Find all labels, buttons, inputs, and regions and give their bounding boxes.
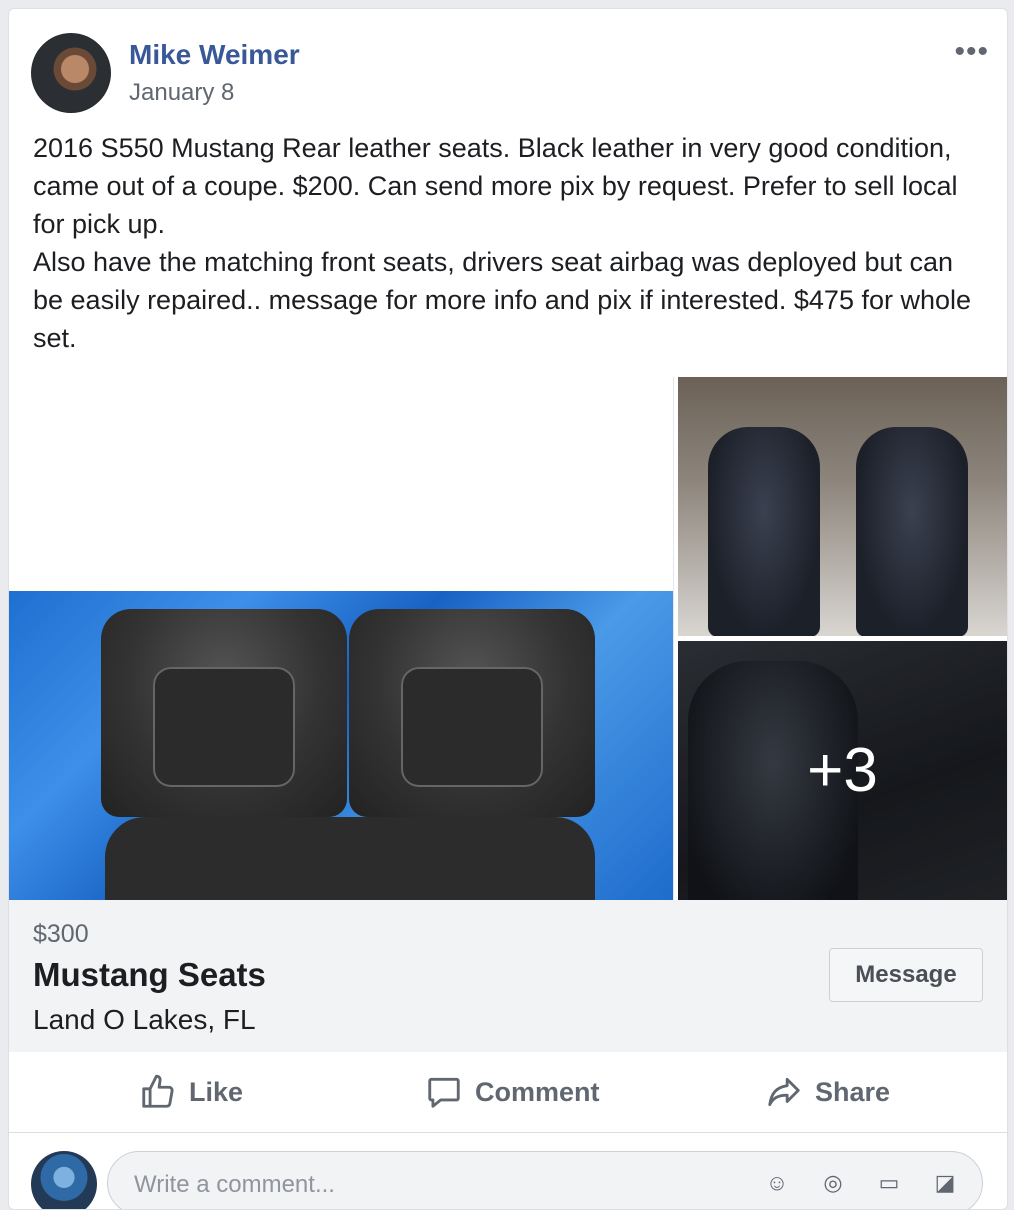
comment-composer: ☺ ◎ ▭ ◪ [9, 1133, 1007, 1209]
sticker-icon[interactable]: ◪ [928, 1166, 962, 1200]
photo-rear-seats[interactable] [9, 377, 674, 900]
more-photos-count: +3 [807, 736, 878, 805]
thumbs-up-icon [142, 1074, 174, 1108]
post-text: 2016 S550 Mustang Rear leather seats. Bl… [33, 129, 988, 357]
comment-input[interactable] [132, 1164, 736, 1206]
camera-icon[interactable]: ◎ [816, 1166, 850, 1200]
comment-box[interactable]: ☺ ◎ ▭ ◪ [107, 1151, 983, 1209]
viewer-avatar [31, 1151, 97, 1209]
photo-more[interactable]: +3 [678, 641, 1007, 900]
author-name[interactable]: Mike Weimer [129, 39, 300, 71]
action-bar: Like Comment Share [9, 1052, 1007, 1133]
emoji-icon[interactable]: ☺ [760, 1166, 794, 1200]
like-label: Like [189, 1076, 244, 1107]
comment-icon [428, 1077, 460, 1108]
like-button[interactable]: Like [139, 1052, 243, 1132]
listing-location: Land O Lakes, FL [33, 1004, 256, 1035]
comment-tools: ☺ ◎ ▭ ◪ [760, 1166, 962, 1200]
marketplace-listing[interactable]: $300 Mustang Seats Land O Lakes, FL Mess… [9, 900, 1007, 1052]
listing-title: Mustang Seats [33, 956, 266, 993]
share-label: Share [815, 1076, 891, 1107]
comment-label: Comment [475, 1076, 600, 1107]
photo-gallery: +3 [9, 377, 1007, 900]
share-icon [768, 1077, 800, 1107]
message-button[interactable]: Message [829, 948, 983, 1002]
comment-button[interactable]: Comment [425, 1052, 600, 1132]
listing-price: $300 [33, 920, 89, 948]
photo-front-seats[interactable] [678, 377, 1007, 636]
share-button[interactable]: Share [765, 1052, 890, 1132]
gif-icon[interactable]: ▭ [872, 1166, 906, 1200]
ellipsis-icon[interactable]: ••• [954, 35, 989, 69]
post-paragraph: 2016 S550 Mustang Rear leather seats. Bl… [33, 133, 958, 239]
post-card: Mike Weimer January 8 ••• 2016 S550 Must… [8, 8, 1008, 1210]
post-date[interactable]: January 8 [129, 79, 234, 107]
post-paragraph: Also have the matching front seats, driv… [33, 247, 972, 353]
author-avatar[interactable] [31, 33, 111, 113]
